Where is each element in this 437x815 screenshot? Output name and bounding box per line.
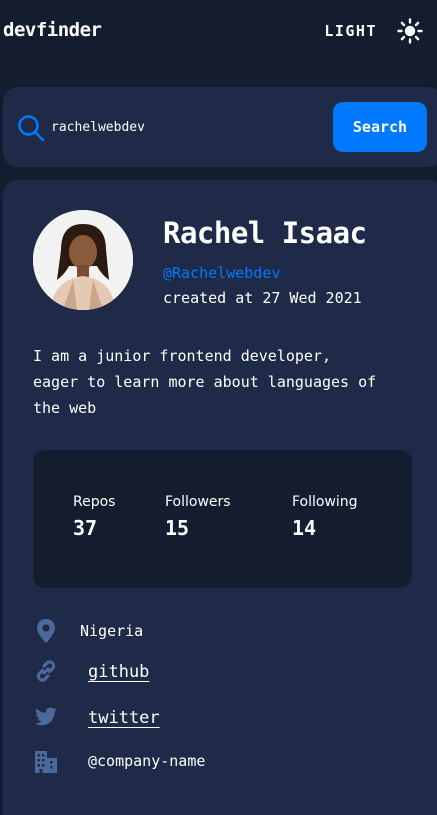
stat-followers-label: Followers: [165, 494, 231, 510]
company-row: @company-name: [33, 749, 413, 779]
profile-bio: I am a junior frontend developer, eager …: [33, 347, 377, 417]
logo: devfinder: [3, 19, 102, 41]
location-text: Nigeria: [80, 622, 144, 640]
search-icon: [17, 114, 45, 142]
theme-toggle[interactable]: LIGHT: [324, 18, 423, 44]
profile-card: Rachel Isaac @Rachelwebdev created at 27…: [3, 180, 437, 815]
building-icon: [33, 749, 59, 775]
company-text: @company-name: [88, 752, 206, 770]
sun-icon[interactable]: [397, 18, 423, 44]
theme-toggle-label[interactable]: LIGHT: [324, 22, 377, 40]
twitter-row: twitter: [33, 704, 413, 734]
twitter-link[interactable]: twitter: [88, 708, 160, 728]
location-pin-icon: [33, 618, 59, 644]
stats-box: Repos 37 Followers 15 Following 14: [33, 450, 412, 588]
profile-name: Rachel Isaac: [163, 216, 367, 250]
stat-followers: Followers 15: [165, 494, 231, 540]
stat-repos: Repos 37: [73, 494, 115, 540]
app: devfinder LIGHT rachelwebdev Search Rach…: [0, 0, 437, 815]
location-row: Nigeria: [33, 618, 413, 648]
search-input[interactable]: [51, 113, 321, 141]
avatar: [33, 210, 133, 310]
stat-followers-value: 15: [165, 516, 190, 540]
search-bar: Search: [3, 87, 437, 167]
stat-following-value: 14: [292, 516, 317, 540]
stat-following-label: Following: [292, 494, 358, 510]
header: devfinder LIGHT: [0, 0, 437, 64]
profile-handle-link[interactable]: @Rachelwebdev: [163, 264, 280, 282]
link-icon: [33, 658, 59, 684]
search-button[interactable]: Search: [333, 102, 427, 152]
stat-repos-value: 37: [73, 516, 98, 540]
twitter-bird-icon: [33, 704, 59, 730]
github-row: github: [33, 658, 413, 688]
stat-following: Following 14: [292, 494, 358, 540]
github-link[interactable]: github: [88, 662, 149, 682]
profile-joined-date: created at 27 Wed 2021: [163, 289, 362, 307]
stat-repos-label: Repos: [73, 494, 116, 510]
